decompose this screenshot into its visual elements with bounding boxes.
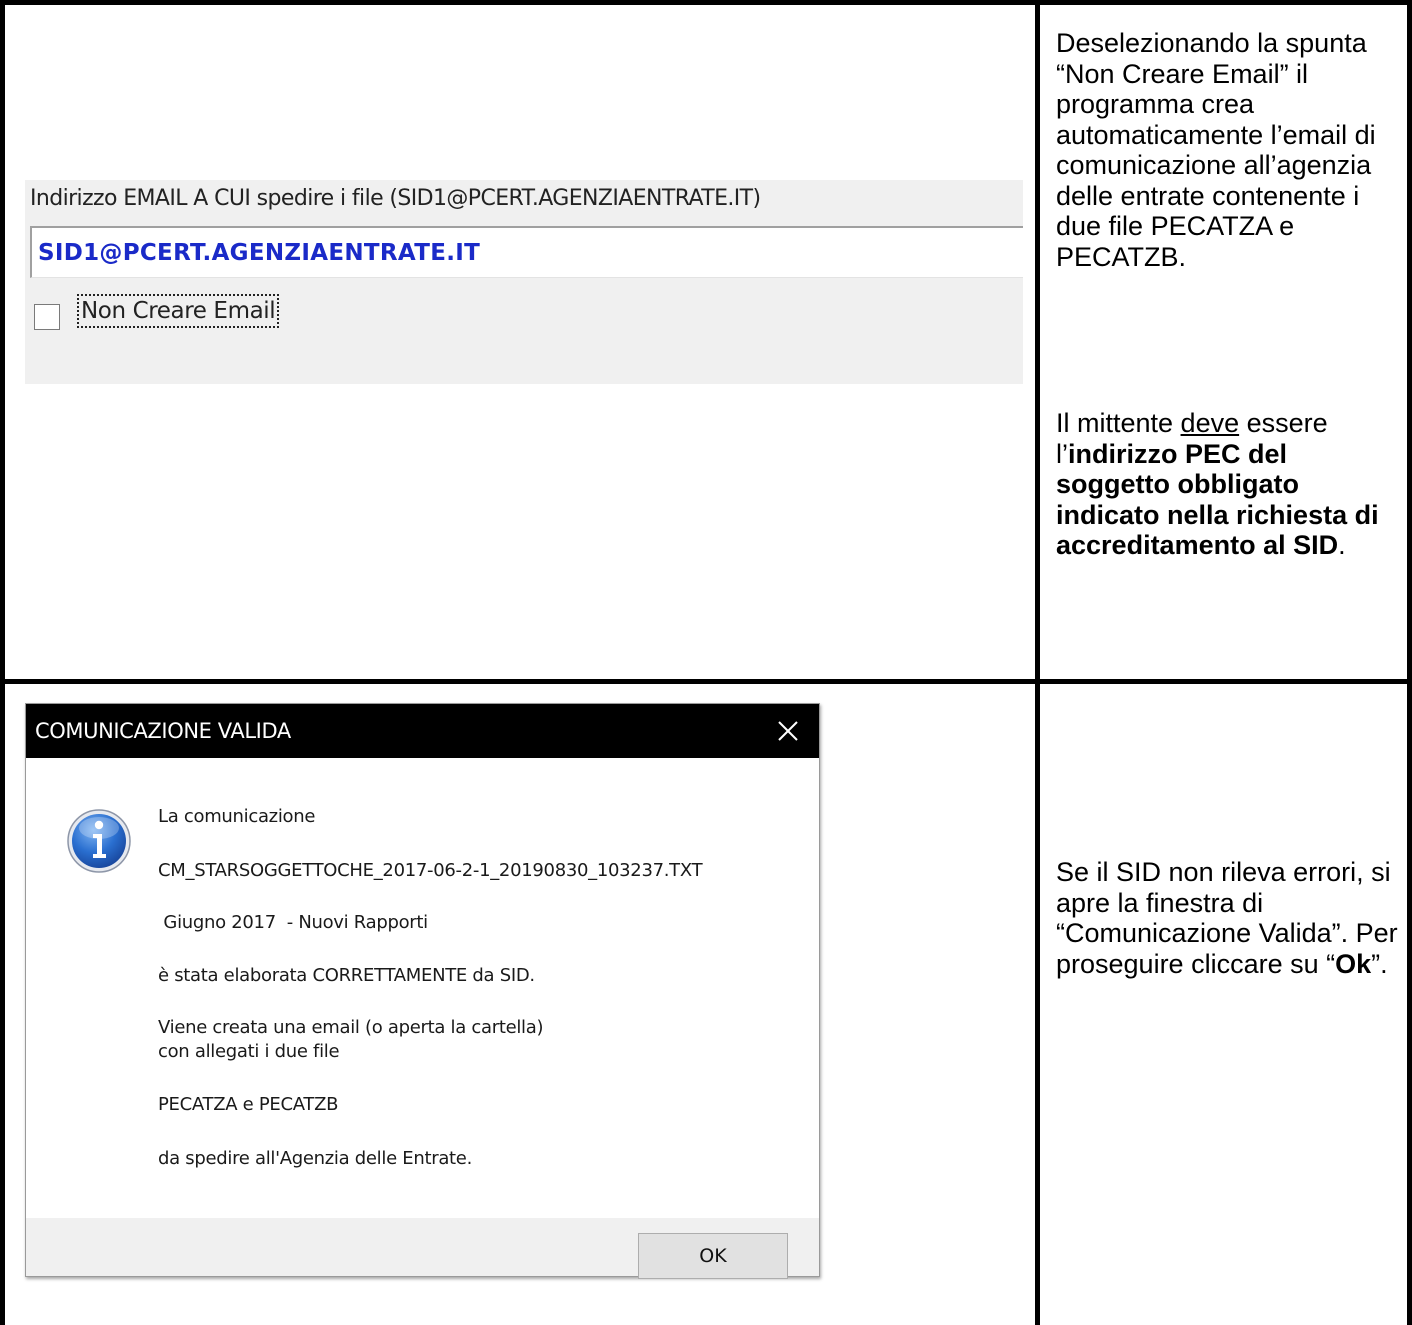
note-bold-text: indirizzo PEC del soggetto obbligato ind… — [1056, 438, 1379, 561]
dialog-title: COMUNICAZIONE VALIDA — [35, 719, 291, 743]
table-border-top — [0, 0, 1412, 5]
dialog-text-line: con allegati i due file — [158, 1041, 340, 1062]
dialog-text-line: CM_STARSOGGETTOCHE_2017-06-2-1_20190830_… — [158, 860, 703, 881]
table-border-left — [0, 0, 5, 1325]
close-icon[interactable] — [771, 714, 805, 748]
note-top-paragraph-2: Il mittente deve essere l’indirizzo PEC … — [1056, 408, 1401, 561]
table-border-right — [1407, 0, 1412, 1325]
email-address-input[interactable]: SID1@PCERT.AGENZIAENTRATE.IT — [30, 226, 1023, 278]
non-creare-email-label[interactable]: Non Creare Email — [77, 294, 280, 328]
dialog-text-line: è stata elaborata CORRETTAMENTE da SID. — [158, 965, 535, 986]
dialog-text-line: La comunicazione — [158, 806, 316, 827]
email-address-label: Indirizzo EMAIL A CUI spedire i file (SI… — [30, 186, 761, 211]
info-icon — [67, 809, 131, 873]
dialog-text-line: Giugno 2017 - Nuovi Rapporti — [158, 912, 428, 933]
ok-button[interactable]: OK — [638, 1233, 788, 1279]
dialog-text-line: PECATZA e PECATZB — [158, 1094, 339, 1115]
dialog-titlebar[interactable]: COMUNICAZIONE VALIDA — [26, 704, 819, 758]
note-top-paragraph-1: Deselezionando la spunta “Non Creare Ema… — [1056, 28, 1376, 272]
note-bottom-paragraph: Se il SID non rileva errori, si apre la … — [1056, 857, 1401, 979]
table-row-divider — [0, 679, 1412, 684]
dialog-text-line: da spedire all'Agenzia delle Entrate. — [158, 1148, 473, 1169]
note-bold-text: Ok — [1335, 948, 1372, 979]
email-address-value: SID1@PCERT.AGENZIAENTRATE.IT — [38, 240, 481, 266]
note-text: . — [1338, 530, 1346, 560]
non-creare-email-checkbox[interactable] — [34, 304, 60, 330]
note-underlined-text: deve — [1180, 408, 1240, 438]
note-text: ”. — [1371, 948, 1388, 979]
note-text: Il mittente — [1056, 408, 1181, 438]
comunicazione-valida-dialog: COMUNICAZIONE VALIDA La comunicazione CM… — [25, 703, 820, 1279]
table-column-divider — [1035, 0, 1040, 1325]
dialog-text-line: Viene creata una email (o aperta la cart… — [158, 1017, 544, 1038]
